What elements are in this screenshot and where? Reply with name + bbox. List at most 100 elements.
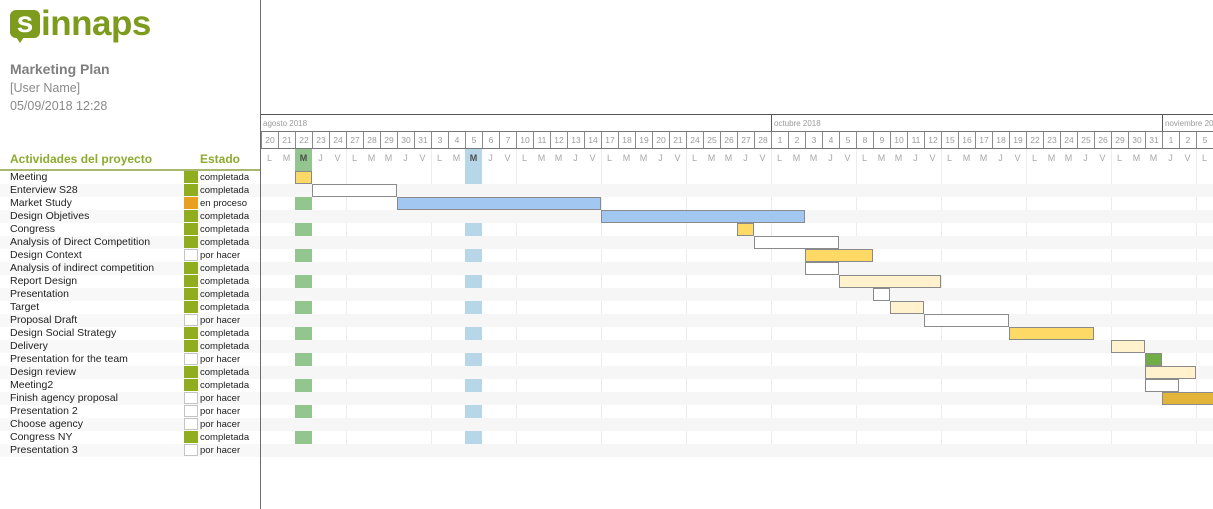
status-label[interactable]: completada — [200, 210, 249, 223]
activity-name[interactable]: Design Objetives — [10, 210, 89, 223]
activity-name[interactable]: Presentation — [10, 288, 69, 301]
task-bar[interactable] — [890, 301, 924, 314]
grid-row — [261, 392, 1213, 405]
grid-row — [261, 249, 1213, 262]
activity-name[interactable]: Meeting — [10, 171, 47, 184]
activity-row[interactable]: Choose agency por hacer — [0, 418, 260, 431]
weekday-cell: V — [929, 153, 936, 163]
activity-row[interactable]: Design review completada — [0, 366, 260, 379]
activity-name[interactable]: Target — [10, 301, 39, 314]
activity-name[interactable]: Congress — [10, 223, 55, 236]
task-bar[interactable] — [601, 210, 805, 223]
weekday-cell: J — [573, 153, 578, 163]
status-label[interactable]: por hacer — [200, 444, 240, 457]
status-label[interactable]: por hacer — [200, 314, 240, 327]
activity-name[interactable]: Finish agency proposal — [10, 392, 118, 405]
activity-name[interactable]: Design Context — [10, 249, 82, 262]
status-label[interactable]: por hacer — [200, 249, 240, 262]
activity-row[interactable]: Presentation for the team por hacer — [0, 353, 260, 366]
task-bar[interactable] — [1162, 392, 1213, 405]
activity-row[interactable]: Meeting2 completada — [0, 379, 260, 392]
task-bar[interactable] — [312, 184, 397, 197]
activity-row[interactable]: Analysis of Direct Competition completada — [0, 236, 260, 249]
activity-name[interactable]: Presentation for the team — [10, 353, 128, 366]
status-label[interactable]: completada — [200, 379, 249, 392]
status-label[interactable]: por hacer — [200, 418, 240, 431]
task-bar[interactable] — [805, 262, 839, 275]
task-bar[interactable] — [873, 288, 890, 301]
activity-name[interactable]: Congress NY — [10, 431, 72, 444]
task-bar[interactable] — [839, 275, 941, 288]
activity-name[interactable]: Analysis of indirect competition — [10, 262, 154, 275]
activity-row[interactable]: Presentation 3 por hacer — [0, 444, 260, 457]
activity-name[interactable]: Analysis of Direct Competition — [10, 236, 150, 249]
activity-row[interactable]: Presentation completada — [0, 288, 260, 301]
status-label[interactable]: completada — [200, 184, 249, 197]
task-bar[interactable] — [1009, 327, 1094, 340]
activity-name[interactable]: Presentation 3 — [10, 444, 78, 457]
status-label[interactable]: completada — [200, 275, 249, 288]
status-label[interactable]: completada — [200, 262, 249, 275]
task-bar[interactable] — [805, 249, 873, 262]
day-number-cell: 10 — [516, 132, 533, 148]
task-bar[interactable] — [737, 223, 754, 236]
activity-name[interactable]: Proposal Draft — [10, 314, 77, 327]
activity-name[interactable]: Design Social Strategy — [10, 327, 116, 340]
activity-row[interactable]: Design Objetives completada — [0, 210, 260, 223]
status-label[interactable]: por hacer — [200, 353, 240, 366]
task-bar[interactable] — [1145, 366, 1196, 379]
activity-name[interactable]: Meeting2 — [10, 379, 53, 392]
status-label[interactable]: completada — [200, 340, 249, 353]
activity-row[interactable]: Target completada — [0, 301, 260, 314]
day-number-cell: 20 — [261, 132, 278, 148]
activity-row[interactable]: Finish agency proposal por hacer — [0, 392, 260, 405]
weekday-cell: M — [979, 153, 988, 163]
status-label[interactable]: completada — [200, 327, 249, 340]
day-number-cell: 30 — [1128, 132, 1145, 148]
activity-name[interactable]: Delivery — [10, 340, 48, 353]
task-bar[interactable] — [295, 171, 312, 184]
project-panel: s innaps Marketing Plan [User Name] 05/0… — [0, 0, 261, 509]
activity-name[interactable]: Report Design — [10, 275, 77, 288]
weekday-cell: V — [504, 153, 511, 163]
activity-row[interactable]: Meeting completada — [0, 171, 260, 184]
task-bar[interactable] — [397, 197, 601, 210]
logo-mark-icon: s — [10, 8, 40, 43]
task-bar[interactable] — [924, 314, 1009, 327]
activity-row[interactable]: Congress completada — [0, 223, 260, 236]
status-label[interactable]: completada — [200, 223, 249, 236]
status-label[interactable]: por hacer — [200, 405, 240, 418]
activity-row[interactable]: Proposal Draft por hacer — [0, 314, 260, 327]
activity-name[interactable]: Enterview S28 — [10, 184, 78, 197]
activity-row[interactable]: Market Study en proceso — [0, 197, 260, 210]
month-label: agosto 2018 — [263, 119, 308, 128]
task-bar[interactable] — [1111, 340, 1145, 353]
weekday-cell: L — [521, 153, 527, 163]
activity-name[interactable]: Presentation 2 — [10, 405, 78, 418]
activity-row[interactable]: Presentation 2 por hacer — [0, 405, 260, 418]
status-label[interactable]: completada — [200, 431, 249, 444]
status-label[interactable]: completada — [200, 236, 249, 249]
activity-name[interactable]: Choose agency — [10, 418, 83, 431]
status-swatch — [184, 314, 198, 326]
task-bar[interactable] — [754, 236, 839, 249]
project-title: Marketing Plan — [10, 61, 110, 77]
status-label[interactable]: completada — [200, 301, 249, 314]
status-label[interactable]: completada — [200, 171, 249, 184]
status-label[interactable]: en proceso — [200, 197, 247, 210]
activity-row[interactable]: Design Social Strategy completada — [0, 327, 260, 340]
status-label[interactable]: por hacer — [200, 392, 240, 405]
task-bar[interactable] — [1145, 379, 1179, 392]
activity-row[interactable]: Report Design completada — [0, 275, 260, 288]
status-swatch — [184, 353, 198, 365]
activity-name[interactable]: Market Study — [10, 197, 72, 210]
activity-row[interactable]: Analysis of indirect competition completa… — [0, 262, 260, 275]
task-bar[interactable] — [1145, 353, 1162, 366]
activity-name[interactable]: Design review — [10, 366, 76, 379]
status-label[interactable]: completada — [200, 288, 249, 301]
activity-row[interactable]: Congress NY completada — [0, 431, 260, 444]
status-label[interactable]: completada — [200, 366, 249, 379]
activity-row[interactable]: Delivery completada — [0, 340, 260, 353]
activity-row[interactable]: Design Context por hacer — [0, 249, 260, 262]
activity-row[interactable]: Enterview S28 completada — [0, 184, 260, 197]
